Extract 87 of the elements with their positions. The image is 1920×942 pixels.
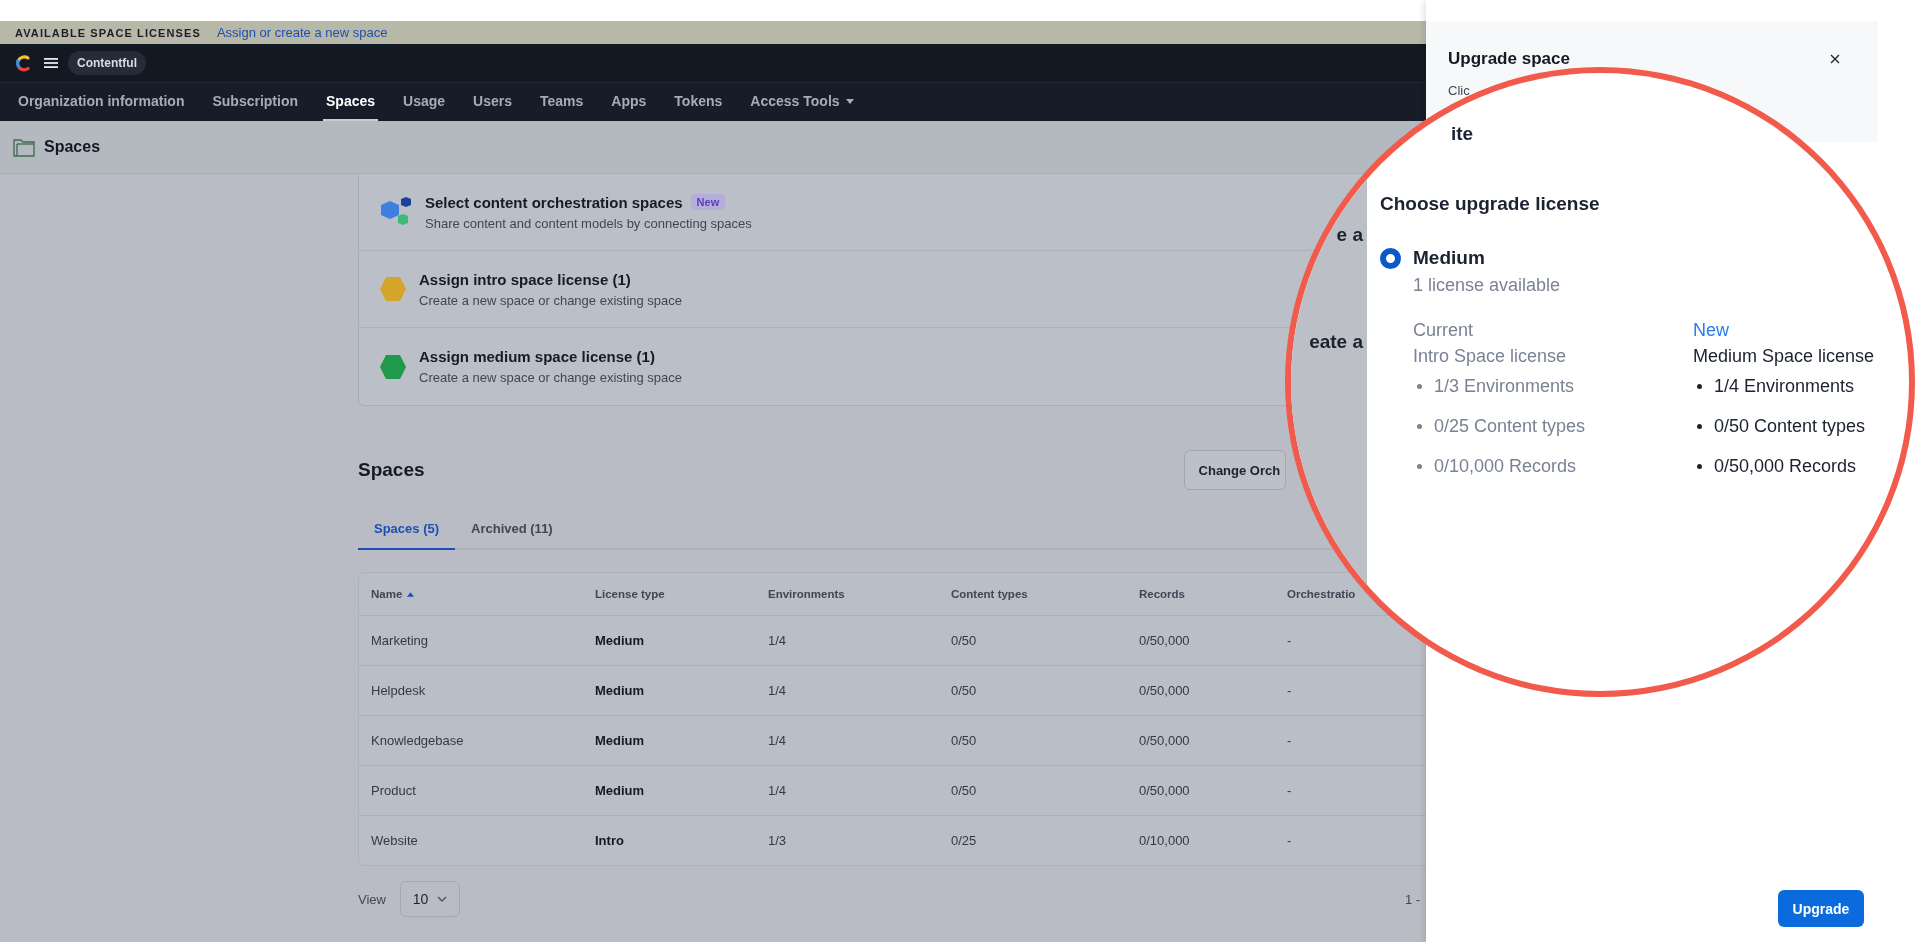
new-limit: 0/50,000 Records [1714, 455, 1857, 477]
view-label: View [358, 891, 386, 907]
column-header[interactable]: Name [371, 588, 415, 600]
table-cell: 0/50 [951, 683, 977, 698]
nav-tab[interactable]: Organization information [15, 83, 188, 121]
current-limit: 1/3 Environments [1434, 375, 1575, 397]
table-cell: Product [371, 783, 416, 798]
table-cell: - [1287, 733, 1292, 748]
change-orchestration-button[interactable]: Change Orch [1183, 450, 1286, 490]
current-limit: 0/10,000 Records [1434, 455, 1577, 477]
magnified-text-fragment: e a [1336, 224, 1363, 246]
license-card-subtitle: Share content and content models by connecting spaces [425, 215, 752, 231]
current-license-name: Intro Space license [1413, 346, 1568, 367]
table-cell: Website [371, 833, 418, 848]
license-card-subtitle: Create a new space or change existing space [419, 292, 683, 308]
table-cell: 1/3 [768, 833, 787, 848]
table-cell: 0/50 [951, 783, 977, 798]
table-cell: 1/4 [768, 633, 787, 648]
table-cell: 0/50 [951, 633, 977, 648]
table-cell: 0/10,000 [1139, 833, 1190, 848]
table-cell: 0/50,000 [1139, 733, 1190, 748]
table-cell: - [1287, 833, 1292, 848]
drawer-description: Clic [1448, 83, 1471, 98]
license-card-title: Select content orchestration spaces [425, 193, 683, 211]
nav-tab[interactable]: Users [470, 83, 515, 121]
table-cell: Knowledgebase [371, 733, 464, 748]
nav-tab[interactable]: Subscription [209, 83, 301, 121]
table-cell: 0/50,000 [1139, 683, 1190, 698]
list-tab[interactable]: Spaces (5) [358, 521, 456, 550]
table-cell: Medium [595, 733, 645, 748]
new-limit: 1/4 Environments [1714, 375, 1855, 397]
new-label: New [1693, 320, 1730, 341]
table-cell: Marketing [371, 633, 429, 648]
table-cell: 0/50,000 [1139, 633, 1190, 648]
assign-space-link[interactable]: Assign or create a new space [216, 25, 388, 40]
license-availability: 1 license available [1413, 275, 1562, 296]
table-cell: Medium [595, 633, 645, 648]
table-cell: - [1287, 683, 1292, 698]
nav-tab[interactable]: Tokens [671, 83, 726, 121]
nav-tab[interactable]: Apps [608, 83, 650, 121]
new-limit: 0/50 Content types [1714, 415, 1866, 437]
license-heading: Choose upgrade license [1380, 193, 1601, 215]
section-heading: Spaces [358, 459, 425, 481]
nav-tab[interactable]: Access Tools [747, 83, 857, 121]
column-header[interactable]: Orchestratio [1287, 588, 1356, 600]
table-cell: Medium [595, 683, 645, 698]
list-tab[interactable]: Archived (11) [455, 521, 569, 550]
table-cell: Medium [595, 783, 645, 798]
table-cell: 1/4 [768, 783, 787, 798]
table-cell: 0/50 [951, 733, 977, 748]
banner-title: AVAILABLE SPACE LICENSES [15, 26, 201, 39]
nav-tab[interactable]: Usage [400, 83, 449, 121]
page-title: Spaces [44, 138, 101, 156]
table-cell: 0/25 [951, 833, 977, 848]
chevron-icon [437, 896, 448, 902]
column-header[interactable]: License type [595, 588, 665, 600]
nav-tab[interactable]: Teams [537, 83, 587, 121]
license-radio[interactable] [1380, 247, 1401, 269]
license-card-title: Assign intro space license (1) [419, 270, 631, 288]
column-header[interactable]: Environments [768, 588, 845, 600]
organization-switcher[interactable]: Contentful [68, 51, 146, 75]
current-label: Current [1413, 320, 1475, 341]
table-cell: 1/4 [768, 683, 787, 698]
folder-icon [13, 137, 35, 157]
license-card-subtitle: Create a new space or change existing space [419, 370, 683, 385]
pagination-text: 1 - [1404, 891, 1421, 907]
upgrade-button[interactable]: Upgrade [1778, 890, 1864, 927]
table-cell: 0/50,000 [1139, 783, 1190, 798]
table-cell: Intro [595, 833, 624, 848]
magnified-text-fragment: ite [1451, 123, 1474, 145]
drawer-title: Upgrade space [1448, 49, 1570, 69]
page-size-select[interactable]: 10 [399, 881, 460, 917]
new-badge: New [690, 194, 726, 210]
license-card-title: Assign medium space license (1) [419, 348, 655, 365]
license-option-label: Medium [1413, 247, 1485, 269]
table-cell: - [1287, 783, 1292, 798]
current-limit: 0/25 Content types [1434, 415, 1586, 437]
close-icon[interactable] [1830, 54, 1840, 64]
new-license-name: Medium Space license [1693, 346, 1875, 367]
column-header[interactable]: Content types [951, 588, 1028, 600]
column-header[interactable]: Records [1139, 588, 1186, 600]
cubes-icon [379, 197, 413, 227]
table-cell: - [1287, 633, 1292, 648]
menu-icon[interactable] [44, 57, 58, 69]
table-cell: 1/4 [768, 733, 787, 748]
magnified-text-fragment: eate a [1309, 331, 1363, 353]
table-cell: Helpdesk [371, 683, 426, 698]
